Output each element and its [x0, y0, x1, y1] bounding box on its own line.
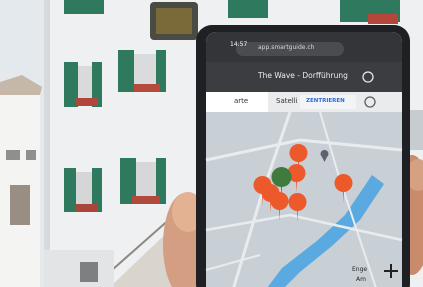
map-place-label-2: Am [356, 276, 366, 283]
app-title: The Wave - Dorfführung [258, 71, 348, 80]
status-time: 14:57 [230, 41, 248, 48]
tab-satellite[interactable]: Satelli [276, 97, 298, 105]
photo-background [0, 0, 423, 287]
photo-scene: 14:57 app.smartguide.ch The Wave - Dorff… [0, 0, 423, 287]
url-bar[interactable]: app.smartguide.ch [258, 44, 314, 51]
center-button[interactable]: ZENTRIEREN [306, 98, 345, 104]
map-place-label: Enge [352, 266, 368, 273]
tab-map-type[interactable]: arte [234, 97, 248, 105]
